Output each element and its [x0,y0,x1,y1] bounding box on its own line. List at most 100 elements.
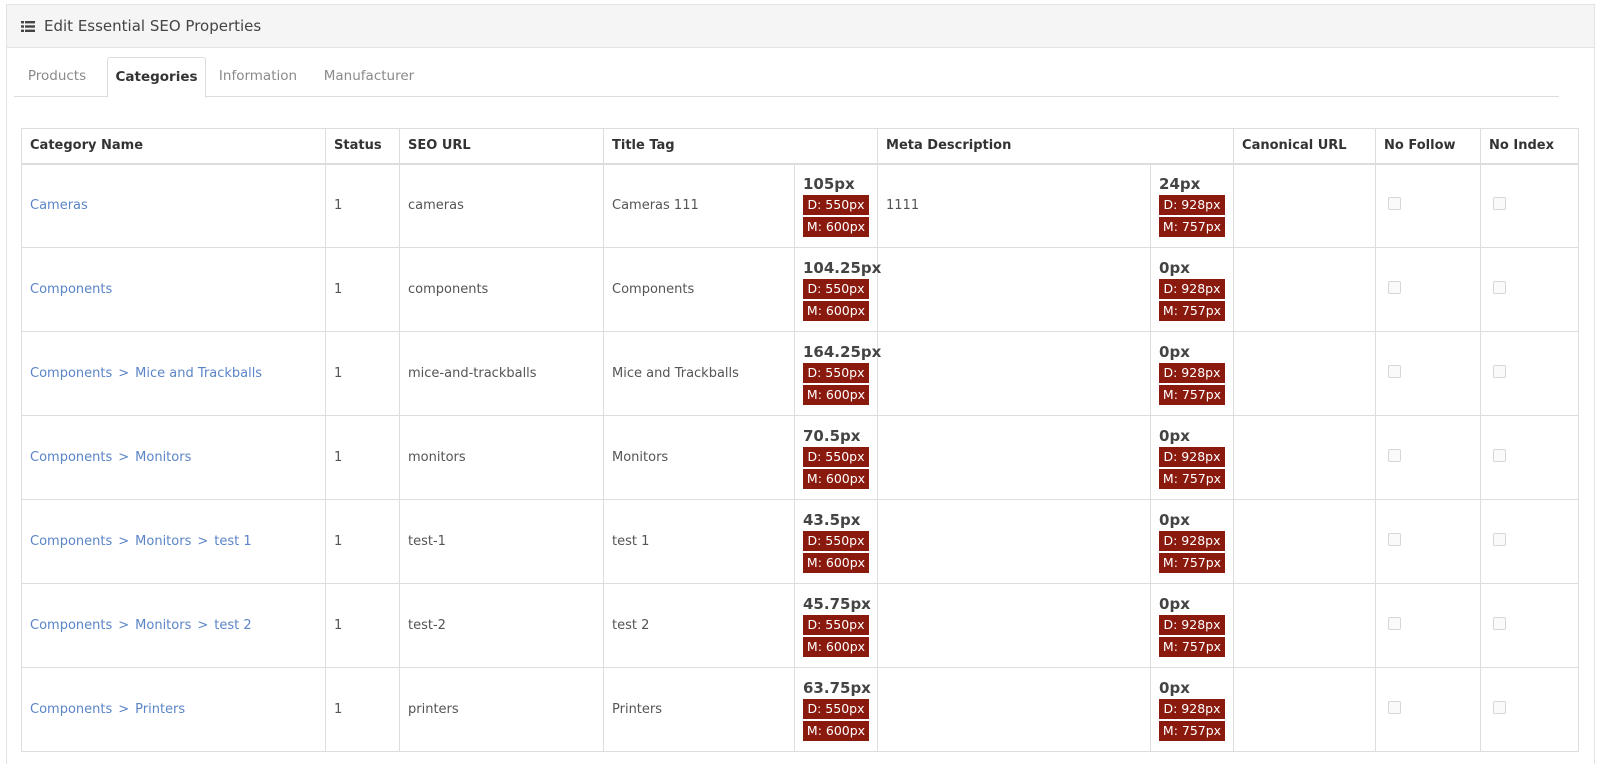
title-desktop-limit-badge: D: 550px [803,614,869,635]
title-length-counter: 63.75px D: 550px M: 600px [793,667,879,752]
cell-seo-url[interactable]: components [399,247,604,332]
breadcrumb-separator: > [118,534,130,549]
meta-length-counter: 0px D: 928px M: 757px [1150,583,1235,668]
tab-manufacturer[interactable]: Manufacturer [314,57,424,97]
no-follow-checkbox[interactable] [1388,365,1402,378]
cell-meta-description[interactable] [877,247,1152,332]
cell-title-tag[interactable]: Monitors [603,415,795,500]
category-link[interactable]: Components [30,450,112,465]
no-follow-checkbox[interactable] [1388,533,1402,546]
cell-no-index [1480,247,1580,332]
category-link[interactable]: Components [30,282,112,297]
breadcrumb-separator: > [197,618,209,633]
cell-meta-description[interactable]: 1111 [877,163,1152,248]
meta-length-counter: 0px D: 928px M: 757px [1150,667,1235,752]
header-no-index: No Index [1480,128,1580,165]
meta-length-counter: 0px D: 928px M: 757px [1150,499,1235,584]
no-index-checkbox[interactable] [1493,281,1507,294]
cell-status: 1 [325,163,400,248]
cell-no-index [1480,415,1580,500]
title-pixel-width: 43.5px [803,510,861,529]
meta-length-counter: 0px D: 928px M: 757px [1150,247,1235,332]
no-follow-checkbox[interactable] [1388,197,1402,211]
cell-seo-url[interactable]: mice-and-trackballs [399,331,604,416]
cell-seo-url[interactable]: printers [399,667,604,752]
list-icon [21,20,35,32]
no-index-checkbox[interactable] [1493,533,1507,546]
tab-information[interactable]: Information [210,57,306,97]
cell-meta-description[interactable] [877,331,1152,416]
no-follow-checkbox[interactable] [1388,281,1402,294]
meta-pixel-width: 0px [1159,342,1190,361]
table-row: Cameras 1 cameras Cameras 111 105px D: 550px M… [21,163,1580,248]
title-desktop-limit-badge: D: 550px [803,194,869,215]
cell-meta-description[interactable] [877,415,1152,500]
title-length-counter: 105px D: 550px M: 600px [793,163,879,248]
meta-pixel-width: 0px [1159,510,1190,529]
cell-canonical-url[interactable] [1233,667,1377,752]
meta-mobile-limit-badge: M: 757px [1159,552,1226,573]
cell-no-follow [1375,667,1482,752]
cell-category-name: Cameras [21,163,326,248]
no-follow-checkbox[interactable] [1388,617,1402,630]
category-link[interactable]: Components [30,618,112,633]
no-follow-checkbox[interactable] [1388,701,1402,714]
cell-title-tag[interactable]: Printers [603,667,795,752]
title-mobile-limit-badge: M: 600px [803,300,869,321]
cell-seo-url[interactable]: cameras [399,163,604,248]
meta-desktop-limit-badge: D: 928px [1159,278,1226,299]
category-link[interactable]: Monitors [135,534,191,549]
cell-title-tag[interactable]: Components [603,247,795,332]
title-desktop-limit-badge: D: 550px [803,446,869,467]
cell-seo-url[interactable]: test-2 [399,583,604,668]
title-pixel-width: 164.25px [803,342,882,361]
category-link[interactable]: test 2 [214,618,251,633]
tab-products[interactable]: Products [14,57,100,97]
cell-title-tag[interactable]: Mice and Trackballs [603,331,795,416]
no-index-checkbox[interactable] [1493,617,1507,630]
cell-title-tag[interactable]: test 1 [603,499,795,584]
meta-desktop-limit-badge: D: 928px [1159,698,1226,719]
cell-status: 1 [325,499,400,584]
cell-title-tag[interactable]: test 2 [603,583,795,668]
no-follow-checkbox[interactable] [1388,449,1402,462]
breadcrumb-separator: > [118,450,130,465]
meta-pixel-width: 0px [1159,594,1190,613]
cell-no-follow [1375,247,1482,332]
no-index-checkbox[interactable] [1493,197,1507,211]
category-link[interactable]: test 1 [214,534,251,549]
cell-seo-url[interactable]: test-1 [399,499,604,584]
cell-meta-description[interactable] [877,499,1152,584]
category-link[interactable]: Components [30,534,112,549]
title-mobile-limit-badge: M: 600px [803,384,869,405]
cell-canonical-url[interactable] [1233,415,1377,500]
cell-canonical-url[interactable] [1233,583,1377,668]
cell-canonical-url[interactable] [1233,499,1377,584]
cell-canonical-url[interactable] [1233,163,1377,248]
category-link[interactable]: Printers [135,702,185,717]
cell-title-tag[interactable]: Cameras 111 [603,163,795,248]
category-link[interactable]: Cameras [30,198,88,213]
title-pixel-width: 105px [803,174,855,193]
category-link[interactable]: Monitors [135,450,191,465]
cell-category-name: Components > Mice and Trackballs [21,331,326,416]
cell-canonical-url[interactable] [1233,247,1377,332]
category-link[interactable]: Components [30,366,112,381]
no-index-checkbox[interactable] [1493,365,1507,378]
meta-length-counter: 0px D: 928px M: 757px [1150,331,1235,416]
meta-mobile-limit-badge: M: 757px [1159,636,1226,657]
category-link[interactable]: Mice and Trackballs [135,366,262,381]
category-link[interactable]: Components [30,702,112,717]
title-mobile-limit-badge: M: 600px [803,468,869,489]
cell-meta-description[interactable] [877,583,1152,668]
no-index-checkbox[interactable] [1493,449,1507,462]
cell-canonical-url[interactable] [1233,331,1377,416]
meta-pixel-width: 0px [1159,258,1190,277]
title-pixel-width: 104.25px [803,258,882,277]
tab-categories[interactable]: Categories [107,57,206,98]
cell-meta-description[interactable] [877,667,1152,752]
category-link[interactable]: Monitors [135,618,191,633]
no-index-checkbox[interactable] [1493,701,1507,714]
header-seo-url: SEO URL [399,128,604,165]
cell-seo-url[interactable]: monitors [399,415,604,500]
